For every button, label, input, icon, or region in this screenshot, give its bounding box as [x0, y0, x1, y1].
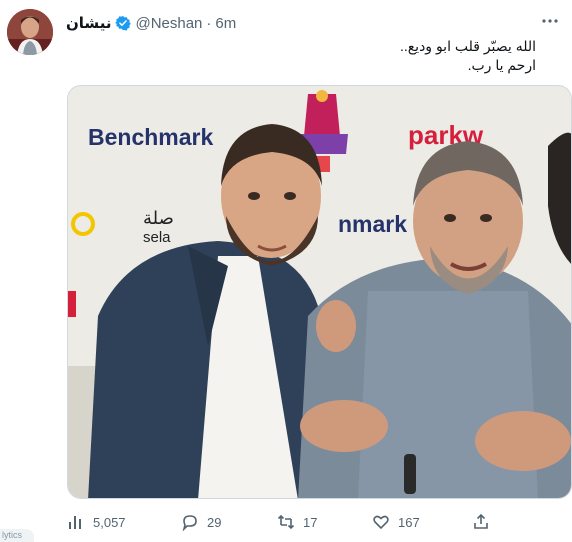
- avatar[interactable]: [7, 9, 53, 55]
- tweet-text-line: الله يصبّر قلب ابو وديع..: [399, 38, 536, 54]
- reply-count: 29: [207, 514, 222, 530]
- share-action[interactable]: [472, 510, 490, 534]
- share-icon: [474, 513, 488, 529]
- analytics-side-tab[interactable]: lytics: [0, 529, 34, 542]
- retweet-icon: [277, 514, 295, 530]
- like-action[interactable]: 167: [372, 510, 420, 534]
- sela-logo-arabic: صلة: [143, 208, 174, 229]
- photo-illustration: Benchmark parkw صلة sela nmark: [68, 86, 571, 498]
- retweet-action[interactable]: 17: [277, 510, 317, 534]
- reply-icon: [182, 515, 197, 531]
- like-icon: [373, 515, 389, 530]
- benchmark-logo-repeat: nmark: [338, 211, 407, 237]
- benchmark-logo: Benchmark: [88, 124, 213, 150]
- more-icon[interactable]: [540, 12, 560, 30]
- separator-dot: ·: [206, 14, 212, 32]
- side-tab-label: lytics: [2, 530, 22, 540]
- tweet-header: نيشان @Neshan · 6m: [66, 14, 236, 33]
- analytics-icon: [69, 516, 81, 529]
- views-count: 5,057: [93, 514, 126, 530]
- author-handle[interactable]: @Neshan: [135, 15, 202, 32]
- tweet-text-line: ارحم يا رب.: [467, 57, 536, 73]
- timestamp[interactable]: 6m: [215, 15, 236, 32]
- tweet: نيشان @Neshan · 6m الله يصبّر قلب ابو ود…: [0, 0, 572, 542]
- author-name[interactable]: نيشان: [66, 14, 111, 32]
- retweet-count: 17: [303, 514, 318, 530]
- avatar-image: [7, 9, 53, 55]
- like-count: 167: [398, 514, 420, 530]
- reply-action[interactable]: 29: [181, 510, 221, 534]
- sela-logo: sela: [143, 229, 171, 246]
- tweet-actions: 5,057 29 17 167: [67, 510, 507, 534]
- tweet-photo[interactable]: Benchmark parkw صلة sela nmark: [67, 85, 572, 499]
- tweet-text: الله يصبّر قلب ابو وديع.. ارحم يا رب.: [136, 37, 536, 75]
- verified-badge-icon: [115, 15, 132, 31]
- views-action[interactable]: 5,057: [67, 510, 126, 534]
